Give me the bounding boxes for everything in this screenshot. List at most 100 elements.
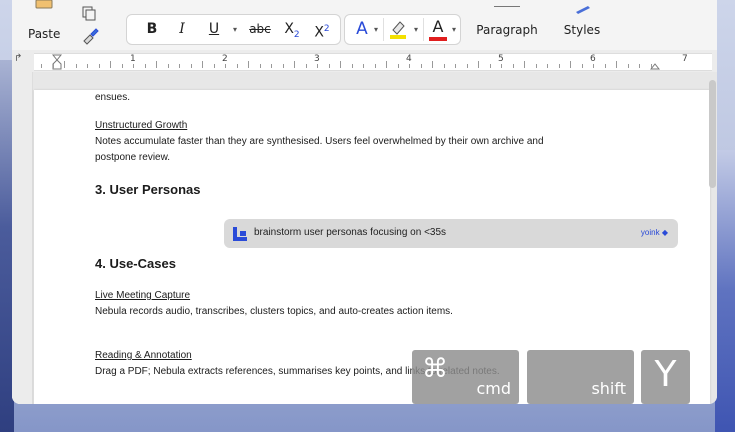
ruler-tick [294, 61, 295, 68]
ruler-tick [351, 64, 353, 68]
subscript-base: X [284, 21, 294, 37]
horizontal-ruler[interactable]: 1 2 3 4 5 6 7 [34, 53, 712, 71]
ribbon-toolbar: Paste B I U ▾ abc X2 X2 A ▾ ▾ A ▾ Paragr… [12, 0, 717, 50]
italic-button[interactable]: I [169, 17, 195, 42]
y-key-label: Y [654, 354, 677, 395]
ruler-tick [627, 64, 629, 68]
cmd-key: ⌘ cmd [412, 350, 519, 404]
ruler-tick [64, 61, 65, 68]
tab-selector-icon[interactable]: ↱ [14, 53, 22, 64]
subscript-button[interactable]: X2 [279, 17, 305, 42]
ruler-tick [75, 64, 77, 68]
ruler-tick [443, 64, 445, 68]
copy-icon[interactable] [82, 6, 96, 22]
ruler-tick [432, 61, 433, 68]
paragraph-ensues: ensues. [95, 92, 131, 103]
ruler-tick [466, 64, 468, 68]
ruler-tick [190, 64, 192, 68]
ruler-tick [363, 64, 364, 68]
format-painter-icon[interactable] [80, 27, 100, 45]
ruler-tick [409, 64, 410, 68]
paste-button[interactable]: Paste [24, 0, 64, 42]
ruler-tick [570, 61, 571, 68]
ruler-number: 1 [130, 54, 136, 64]
superscript-base: X [314, 24, 324, 41]
ruler-tick [133, 64, 134, 68]
divider [423, 18, 424, 41]
ruler-tick [650, 64, 652, 68]
font-color-button[interactable]: A [425, 17, 451, 42]
text-effects-dropdown-icon[interactable]: ▾ [371, 17, 381, 42]
right-indent-marker[interactable] [650, 54, 660, 70]
ruler-tick [489, 64, 491, 68]
font-format-group: B I U ▾ abc X2 X2 [126, 14, 341, 45]
ruler-tick [259, 64, 261, 68]
ruler-tick [282, 64, 284, 68]
unstructured-body-line2: postpone review. [95, 152, 171, 163]
vertical-scrollbar[interactable] [709, 80, 716, 188]
styles-icon [576, 6, 590, 14]
diamond-icon: ◆ [661, 228, 668, 237]
ruler-number: 4 [406, 54, 412, 64]
ruler-tick [328, 64, 330, 68]
ruler-tick [213, 64, 215, 68]
ruler-tick [144, 64, 146, 68]
underline-dropdown-icon[interactable]: ▾ [230, 17, 240, 42]
paragraph-label: Paragraph [476, 23, 538, 37]
ruler-number: 3 [314, 54, 320, 64]
highlight-dropdown-icon[interactable]: ▾ [411, 17, 421, 42]
ai-prompt-text: brainstorm user personas focusing on <35… [254, 227, 447, 238]
ruler-tick [374, 64, 376, 68]
paste-label: Paste [28, 27, 61, 41]
paragraph-button[interactable]: Paragraph [472, 6, 542, 44]
ruler-tick [604, 64, 606, 68]
ruler-tick [535, 64, 537, 68]
live-meeting-body: Nebula records audio, transcribes, clust… [95, 306, 453, 317]
cmd-key-label: cmd [476, 379, 511, 398]
ai-brand-label[interactable]: yoink ◆ [641, 228, 668, 237]
ruler-tick [179, 64, 180, 68]
ai-logo-icon [233, 227, 247, 241]
heading-use-cases: 4. Use-Cases [95, 256, 176, 271]
ai-prompt-bar[interactable]: brainstorm user personas focusing on <35… [224, 219, 678, 248]
superscript-button[interactable]: X2 [309, 17, 335, 42]
ruler-tick [236, 64, 238, 68]
ruler-tick [512, 64, 514, 68]
ruler-number: 2 [222, 54, 228, 64]
ruler-tick [87, 64, 88, 68]
ruler-tick [547, 64, 548, 68]
ruler-tick [156, 61, 157, 68]
strikethrough-button[interactable]: abc [245, 17, 275, 42]
superscript-mark: 2 [323, 24, 330, 34]
ruler-tick [202, 61, 203, 68]
ruler-tick [386, 61, 387, 68]
ruler-tick [455, 64, 456, 68]
desktop-background-right [715, 150, 735, 432]
subheading-unstructured-growth: Unstructured Growth [95, 120, 188, 131]
underline-button[interactable]: U [201, 17, 227, 42]
ruler-tick [340, 61, 341, 68]
font-color-glyph: A [432, 17, 444, 36]
ruler-tick [420, 64, 422, 68]
color-format-group: A ▾ ▾ A ▾ [344, 14, 461, 45]
ruler-tick [41, 64, 42, 68]
ruler-tick [121, 64, 123, 68]
vertical-ruler[interactable] [12, 72, 33, 404]
shift-key-label: shift [591, 379, 626, 398]
paste-icon [35, 0, 53, 9]
shift-key: shift [527, 350, 634, 404]
bold-button[interactable]: B [139, 17, 165, 42]
subheading-reading: Reading & Annotation [95, 350, 192, 361]
styles-button[interactable]: Styles [560, 6, 604, 44]
ruler-tick [110, 61, 111, 68]
subheading-live-meeting: Live Meeting Capture [95, 290, 191, 301]
command-icon: ⌘ [422, 354, 448, 384]
styles-label: Styles [563, 23, 601, 37]
font-color-dropdown-icon[interactable]: ▾ [449, 17, 459, 42]
word-window: Paste B I U ▾ abc X2 X2 A ▾ ▾ A ▾ Paragr… [12, 0, 717, 404]
highlight-button[interactable] [385, 17, 411, 42]
ruler-tick [478, 61, 479, 68]
left-indent-marker[interactable] [52, 54, 62, 70]
unstructured-body-line1: Notes accumulate faster than they are sy… [95, 136, 544, 147]
ruler-tick [317, 64, 318, 68]
